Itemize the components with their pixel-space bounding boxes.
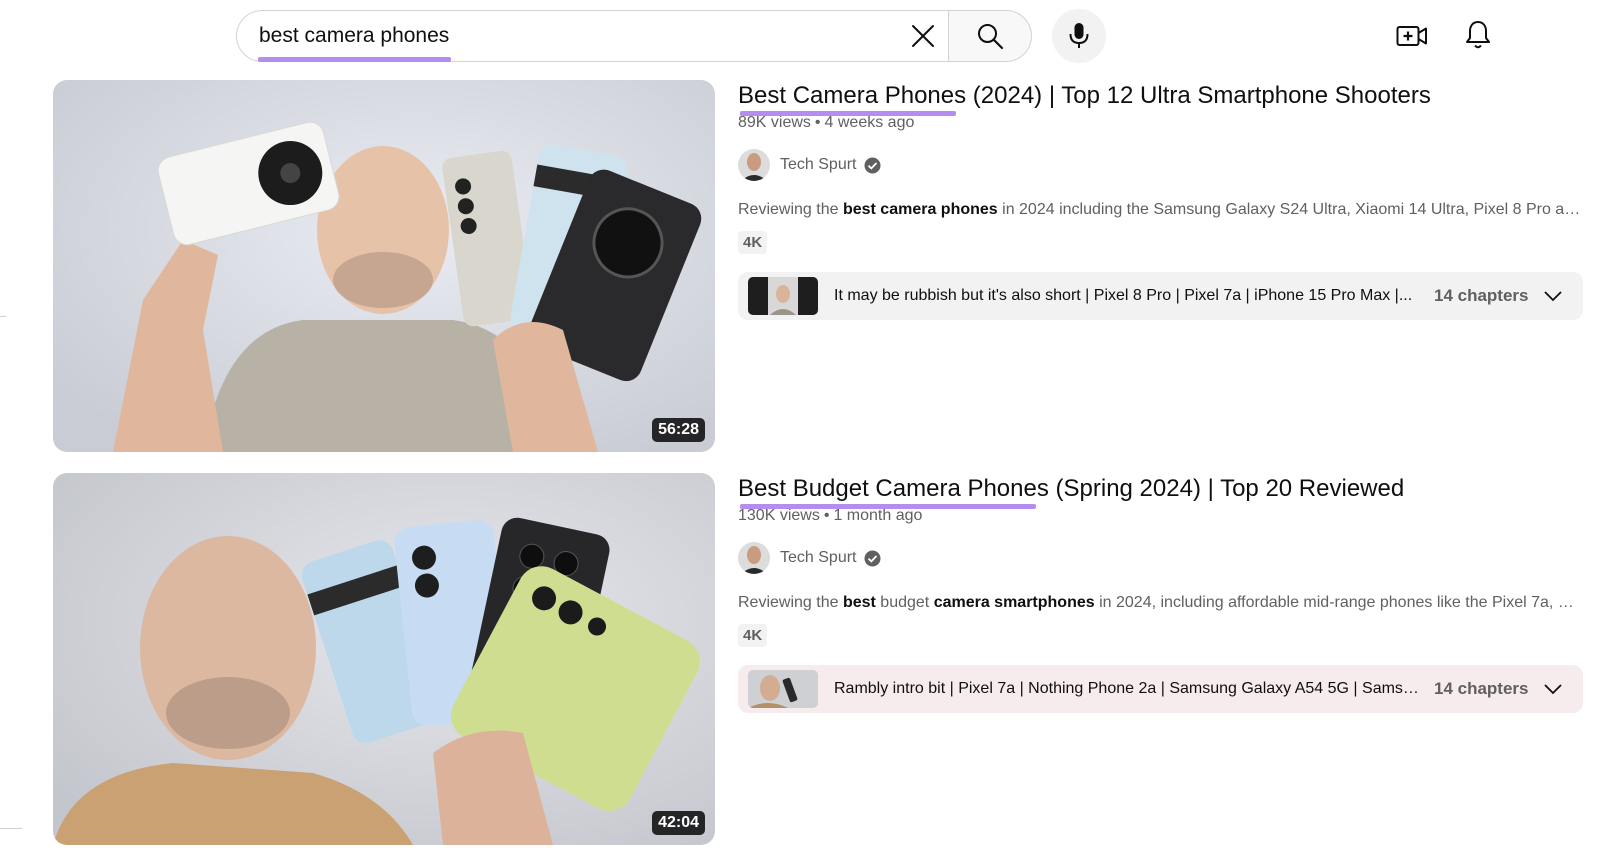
create-button[interactable] bbox=[1392, 16, 1432, 56]
video-duration: 56:28 bbox=[652, 418, 705, 442]
clear-search-button[interactable] bbox=[906, 19, 940, 53]
chapters-bar[interactable]: Rambly intro bit | Pixel 7a | Nothing Ph… bbox=[738, 665, 1583, 713]
upload-age: 4 weeks ago bbox=[824, 114, 915, 131]
chapter-thumbnail bbox=[748, 670, 818, 708]
quality-badge: 4K bbox=[738, 231, 768, 254]
channel-avatar[interactable] bbox=[738, 149, 770, 181]
verified-icon bbox=[864, 157, 881, 173]
microphone-icon bbox=[1069, 23, 1089, 48]
search-query-text: best camera phones bbox=[259, 24, 450, 47]
search-input[interactable]: best camera phones bbox=[236, 10, 948, 62]
video-meta: 89K views • 4 weeks ago bbox=[738, 114, 915, 131]
channel-name[interactable]: Tech Spurt bbox=[780, 549, 856, 567]
search-icon bbox=[978, 24, 1004, 50]
video-info: Best Camera Phones (2024) | Top 12 Ultra… bbox=[738, 80, 1583, 320]
notifications-button[interactable] bbox=[1458, 14, 1498, 56]
video-title[interactable]: Best Camera Phones (2024) | Top 12 Ultra… bbox=[738, 80, 1583, 116]
video-info: Best Budget Camera Phones (Spring 2024) … bbox=[738, 473, 1583, 713]
video-meta: 130K views • 1 month ago bbox=[738, 507, 923, 524]
video-thumbnail[interactable]: 42:04 bbox=[53, 473, 715, 845]
channel-avatar[interactable] bbox=[738, 542, 770, 574]
edge-divider bbox=[0, 828, 22, 829]
voice-search-button[interactable] bbox=[1052, 9, 1106, 63]
upload-age: 1 month ago bbox=[833, 507, 923, 524]
chevron-down-icon[interactable] bbox=[1543, 286, 1563, 306]
video-result[interactable]: 56:28 Best Camera Phones (2024) | Top 12… bbox=[53, 80, 1583, 452]
close-icon bbox=[912, 25, 934, 47]
chapters-count: 14 chapters bbox=[1434, 286, 1529, 305]
chapters-count: 14 chapters bbox=[1434, 679, 1529, 698]
video-description: Reviewing the best budget camera smartph… bbox=[738, 594, 1583, 611]
quality-badge: 4K bbox=[738, 624, 768, 647]
video-thumbnail[interactable]: 56:28 bbox=[53, 80, 715, 452]
view-count: 89K views bbox=[738, 114, 811, 131]
video-result[interactable]: 42:04 Best Budget Camera Phones (Spring … bbox=[53, 473, 1583, 845]
edge-divider bbox=[0, 316, 6, 317]
view-count: 130K views bbox=[738, 507, 820, 524]
channel-name[interactable]: Tech Spurt bbox=[780, 156, 856, 174]
title-match-highlight bbox=[740, 504, 1036, 509]
create-video-icon bbox=[1396, 26, 1427, 46]
video-title-text: Best Budget Camera Phones (Spring 2024) … bbox=[738, 475, 1405, 502]
thumbnail-image bbox=[53, 80, 715, 452]
chapters-text: It may be rubbish but it's also short | … bbox=[834, 287, 1413, 304]
video-description: Reviewing the best camera phones in 2024… bbox=[738, 201, 1583, 218]
search-query-highlight bbox=[258, 57, 451, 62]
chapters-bar[interactable]: It may be rubbish but it's also short | … bbox=[738, 272, 1583, 320]
channel-row[interactable]: Tech Spurt bbox=[738, 149, 1583, 181]
channel-row[interactable]: Tech Spurt bbox=[738, 542, 1583, 574]
chevron-down-icon[interactable] bbox=[1543, 679, 1563, 699]
search-button[interactable] bbox=[948, 10, 1032, 62]
verified-icon bbox=[864, 550, 881, 566]
video-title-text: Best Camera Phones (2024) | Top 12 Ultra… bbox=[738, 82, 1431, 109]
thumbnail-image bbox=[53, 473, 715, 845]
chapter-thumbnail bbox=[748, 277, 818, 315]
video-title[interactable]: Best Budget Camera Phones (Spring 2024) … bbox=[738, 473, 1583, 509]
chapters-text: Rambly intro bit | Pixel 7a | Nothing Ph… bbox=[834, 680, 1424, 697]
video-duration: 42:04 bbox=[652, 811, 705, 835]
title-match-highlight bbox=[740, 111, 956, 116]
bell-icon bbox=[1466, 21, 1490, 49]
